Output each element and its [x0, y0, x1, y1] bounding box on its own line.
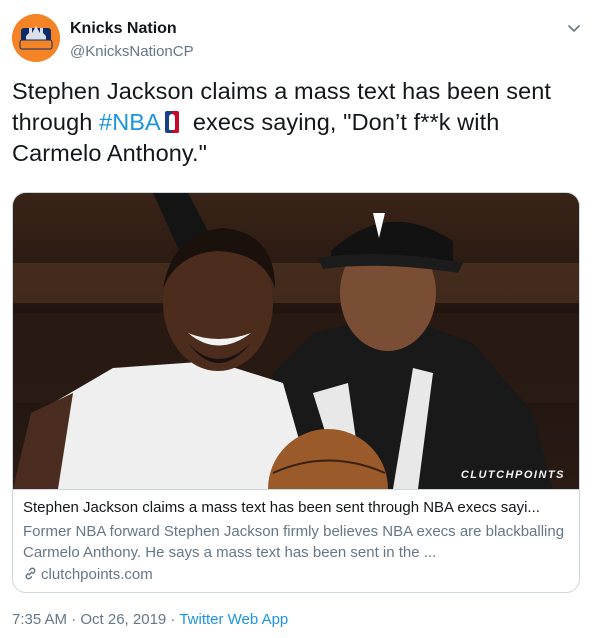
avatar[interactable]: [12, 14, 60, 62]
tweet-text: Stephen Jackson claims a mass text has b…: [12, 76, 582, 169]
card-photo: [13, 193, 579, 489]
knicks-nation-logo: [12, 14, 60, 62]
link-icon: [25, 567, 36, 580]
link-card[interactable]: CLUTCHPOINTS Stephen Jackson claims a ma…: [12, 192, 580, 593]
card-description: Former NBA forward Stephen Jackson firml…: [23, 523, 565, 561]
chevron-down-icon[interactable]: [566, 20, 582, 36]
source-app-link[interactable]: Twitter Web App: [179, 611, 288, 628]
tweet-timestamp[interactable]: 7:35 AM · Oct 26, 2019 ·: [12, 611, 179, 628]
tweet-meta: 7:35 AM · Oct 26, 2019 · Twitter Web App: [12, 611, 288, 628]
card-title[interactable]: Stephen Jackson claims a mass text has b…: [23, 499, 571, 516]
author-name[interactable]: Knicks Nation: [70, 20, 177, 38]
nba-logo-icon: [164, 111, 179, 133]
author-handle[interactable]: @KnicksNationCP: [70, 43, 194, 60]
card-info[interactable]: Stephen Jackson claims a mass text has b…: [13, 489, 579, 592]
card-domain-text: clutchpoints.com: [41, 566, 153, 583]
card-domain[interactable]: clutchpoints.com: [23, 566, 153, 583]
hashtag-link[interactable]: #NBA: [99, 109, 161, 135]
watermark-text: CLUTCHPOINTS: [460, 469, 565, 481]
card-image[interactable]: CLUTCHPOINTS: [13, 193, 579, 489]
tweet-header: Knicks Nation @KnicksNationCP: [12, 12, 588, 68]
